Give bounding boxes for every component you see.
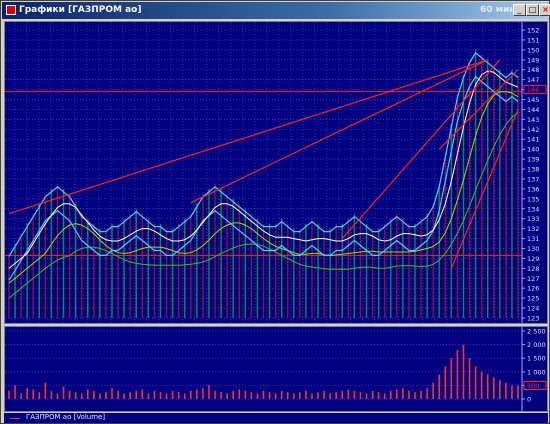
price-axis-label: 141 xyxy=(527,136,539,144)
volume-axis-label: 0 xyxy=(527,396,531,404)
volume-axis-label: 2 500 xyxy=(527,328,546,336)
trendline xyxy=(8,59,488,215)
price-axis-label: 128 xyxy=(527,265,539,273)
price-axis-label: 127 xyxy=(527,275,539,283)
price-axis-label: 137 xyxy=(527,175,539,183)
price-axis-label: 149 xyxy=(527,56,539,64)
bollinger-lower-line xyxy=(8,75,519,281)
title-bar[interactable]: Графики [ГАЗПРОМ ао] 60 минут _ □ × xyxy=(2,2,550,19)
price-axis-label: 147 xyxy=(527,76,539,84)
price-axis-label: 151 xyxy=(527,36,539,44)
price-axis-label: 132 xyxy=(527,225,539,233)
price-axis-label: 136 xyxy=(527,185,539,193)
minimize-icon[interactable]: _ xyxy=(513,4,526,16)
price-chart-pane[interactable]: 152151 150 149 148 147 146 145 144 143 142 141 140 1… xyxy=(4,21,548,324)
volume-axis-label: 1 500 xyxy=(527,355,546,363)
price-axis-label: 150 xyxy=(527,46,539,54)
price-axis-label: 131 xyxy=(527,235,539,243)
bollinger-upper-line xyxy=(8,51,519,257)
price-axis-label: 133 xyxy=(527,215,539,223)
window-title: Графики [ГАЗПРОМ ао] xyxy=(19,5,142,15)
price-axis-label: 123 xyxy=(527,315,539,323)
volume-axis-label: 2 000 xyxy=(527,341,546,349)
current-price-tag: 146 xyxy=(527,86,539,94)
price-axis-label: 138 xyxy=(527,166,539,174)
price-axis-label: 134 xyxy=(527,205,539,213)
close-icon[interactable]: × xyxy=(539,4,550,16)
price-chart[interactable]: 152151 150 149 148 147 146 145 144 143 142 141 140 1… xyxy=(5,22,547,323)
legend-swatch xyxy=(10,418,20,419)
legend-bar: ГАЗПРОМ ао [Volume] xyxy=(4,413,548,423)
price-axis-label: 145 xyxy=(527,96,539,104)
price-axis-label: 139 xyxy=(527,156,539,164)
price-axis-label: 129 xyxy=(527,255,539,263)
price-axis-label: 152 xyxy=(527,27,539,35)
volume-axis-label: 1 000 xyxy=(527,368,546,376)
price-axis-label: 140 xyxy=(527,146,539,154)
price-axis-label: 143 xyxy=(527,116,539,124)
price-axis-label: 130 xyxy=(527,245,539,253)
app-icon xyxy=(6,5,16,15)
chart-window: Графики [ГАЗПРОМ ао] 60 минут _ □ × 152 1… xyxy=(0,0,550,424)
price-axis-label: 125 xyxy=(527,295,539,303)
price-axis-label: 142 xyxy=(527,126,539,134)
price-axis-label: 144 xyxy=(527,106,539,114)
maximize-icon[interactable]: □ xyxy=(526,4,539,16)
volume-chart[interactable]: 2 5002 0001 5001 0005000500 xyxy=(5,327,547,411)
volume-chart-pane[interactable]: 2 5002 0001 5001 0005000500 xyxy=(4,326,548,412)
price-axis-label: 124 xyxy=(527,305,539,313)
legend-series-label: ГАЗПРОМ ао [Volume] xyxy=(26,413,106,421)
current-volume-tag: 500 xyxy=(527,382,539,390)
price-axis-label: 148 xyxy=(527,66,539,74)
price-axis-label: 126 xyxy=(527,285,539,293)
price-axis-label: 135 xyxy=(527,195,539,203)
